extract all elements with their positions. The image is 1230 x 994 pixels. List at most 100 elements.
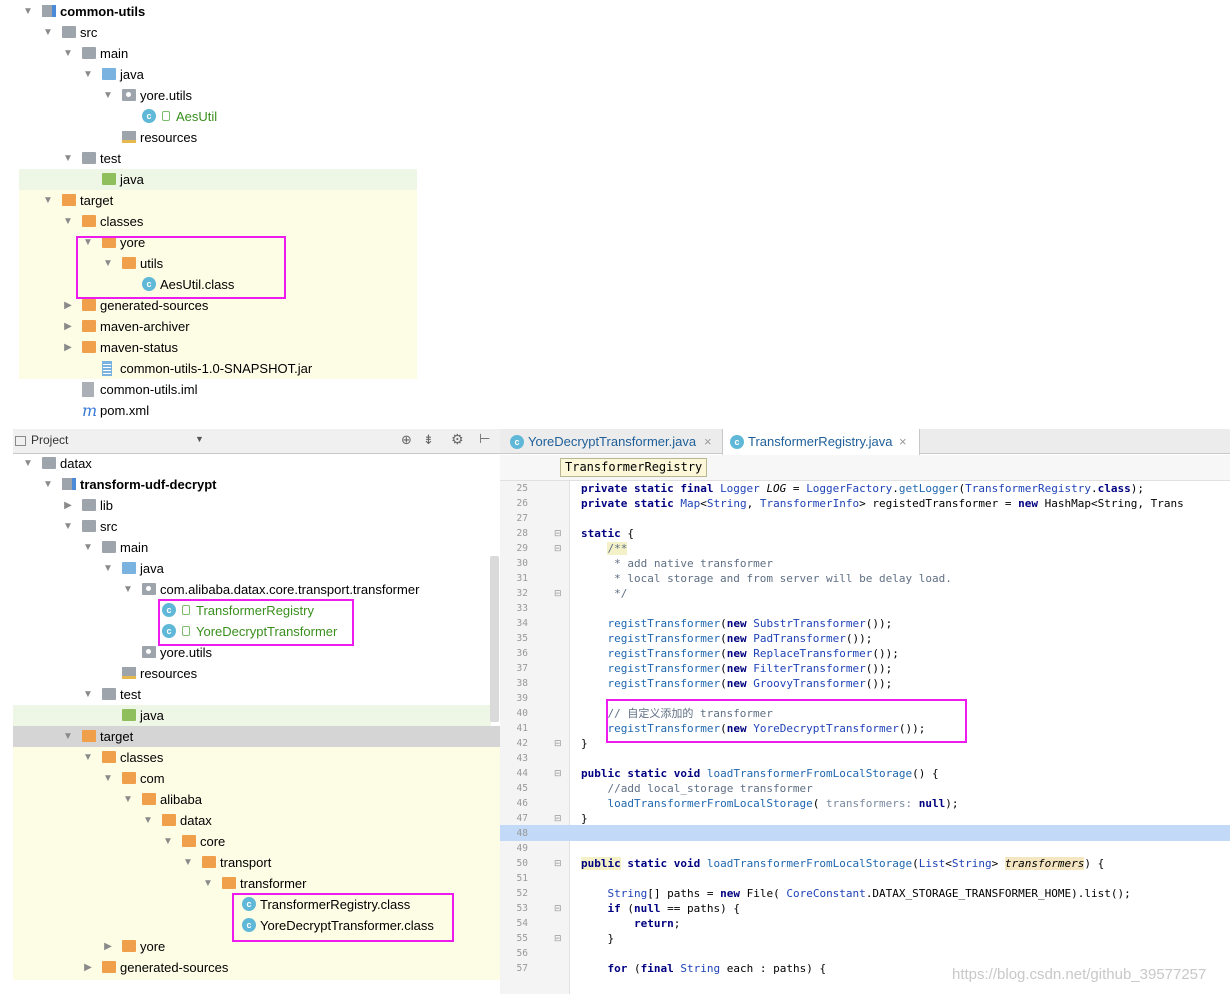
iml-file-icon: [82, 382, 94, 397]
line-number: 29: [516, 543, 528, 554]
folder-icon: [102, 688, 116, 700]
expand-arrow-down-icon[interactable]: ▼: [82, 747, 94, 768]
expand-arrow-right-icon[interactable]: ▶: [102, 936, 114, 957]
expand-arrow-right-icon[interactable]: ▶: [82, 957, 94, 978]
line-number: 52: [516, 888, 528, 899]
tree-item-label: yore: [140, 939, 166, 954]
expand-arrow-down-icon[interactable]: ▼: [202, 873, 214, 894]
excluded-folder-icon: [102, 961, 116, 973]
target-icon[interactable]: ⊕: [401, 432, 412, 448]
expand-arrow-right-icon[interactable]: ▶: [62, 295, 74, 316]
expand-arrow-down-icon[interactable]: ▼: [182, 852, 194, 873]
code-line[interactable]: registTransformer(new FilterTransformer(…: [528, 661, 892, 676]
code-line[interactable]: return;: [528, 916, 680, 931]
line-number: 53: [516, 903, 528, 914]
line-number: 27: [516, 513, 528, 524]
line-number: 32: [516, 588, 528, 599]
code-line[interactable]: registTransformer(new ReplaceTransformer…: [528, 646, 898, 661]
breadcrumb-transformer-registry[interactable]: TransformerRegistry: [560, 458, 708, 477]
code-line[interactable]: String[] paths = new File( CoreConstant.…: [528, 886, 1130, 901]
expand-arrow-down-icon[interactable]: ▼: [162, 831, 174, 852]
pin-icon[interactable]: ⊢: [479, 431, 490, 447]
tree-item-label: generated-sources: [120, 960, 229, 975]
tree-item-label: com.alibaba.datax.core.transport.transfo…: [160, 582, 420, 597]
code-line[interactable]: public static void loadTransformerFromLo…: [528, 766, 939, 781]
expand-arrow-down-icon[interactable]: ▼: [62, 148, 74, 169]
code-line[interactable]: registTransformer(new SubstrTransformer(…: [528, 616, 892, 631]
folder-icon: [82, 499, 96, 511]
tree-item-label: resources: [140, 130, 198, 145]
folder-icon: [42, 457, 56, 469]
code-line[interactable]: private static Map<String, TransformerIn…: [528, 496, 1184, 511]
resources-folder-icon: [122, 667, 136, 679]
expand-arrow-down-icon[interactable]: ▼: [62, 516, 74, 537]
class-icon: c: [142, 109, 156, 123]
lock-icon: [162, 111, 170, 121]
code-line[interactable]: registTransformer(new PadTransformer());: [528, 631, 872, 646]
caret-down-icon[interactable]: ▼: [195, 434, 204, 444]
excluded-folder-icon: [82, 215, 96, 227]
expand-arrow-down-icon[interactable]: ▼: [42, 190, 54, 211]
tab-transformer-registry[interactable]: TransformerRegistry.java: [748, 430, 892, 454]
test-folder-icon: [102, 173, 116, 185]
project-panel-header: Project ▼ ⊕ ⇟ ⚙ ⊢: [13, 429, 500, 454]
fold-icon[interactable]: ⊟: [554, 543, 562, 554]
current-line-highlight: [500, 825, 1230, 841]
fold-icon[interactable]: ⊟: [554, 528, 562, 539]
watermark: https://blog.csdn.net/github_39577257: [952, 966, 1207, 983]
highlight-box-custom-transformer: [606, 699, 967, 743]
expand-arrow-down-icon[interactable]: ▼: [42, 22, 54, 43]
collapse-icon[interactable]: ⇟: [423, 432, 434, 448]
resources-folder-icon: [122, 131, 136, 143]
fold-icon[interactable]: ⊟: [554, 768, 562, 779]
fold-icon[interactable]: ⊟: [554, 738, 562, 749]
package-icon: [142, 583, 156, 595]
close-icon[interactable]: ×: [704, 430, 712, 454]
fold-icon[interactable]: ⊟: [554, 933, 562, 944]
expand-arrow-down-icon[interactable]: ▼: [82, 684, 94, 705]
expand-arrow-down-icon[interactable]: ▼: [142, 810, 154, 831]
code-line[interactable]: static {: [528, 526, 634, 541]
code-line[interactable]: /**: [528, 541, 628, 556]
expand-arrow-down-icon[interactable]: ▼: [42, 474, 54, 495]
expand-arrow-down-icon[interactable]: ▼: [62, 726, 74, 747]
project-panel-title[interactable]: Project: [31, 433, 68, 447]
tree-item-label: classes: [100, 214, 144, 229]
fold-icon[interactable]: ⊟: [554, 858, 562, 869]
expand-arrow-right-icon[interactable]: ▶: [62, 316, 74, 337]
code-line[interactable]: loadTransformerFromLocalStorage( transfo…: [528, 796, 958, 811]
expand-arrow-down-icon[interactable]: ▼: [82, 537, 94, 558]
fold-icon[interactable]: ⊟: [554, 903, 562, 914]
tab-yore-decrypt-transformer[interactable]: YoreDecryptTransformer.java: [528, 430, 696, 454]
code-line[interactable]: public static void loadTransformerFromLo…: [528, 856, 1104, 871]
expand-arrow-down-icon[interactable]: ▼: [102, 768, 114, 789]
line-number: 46: [516, 798, 528, 809]
expand-arrow-down-icon[interactable]: ▼: [102, 558, 114, 579]
close-icon[interactable]: ×: [899, 430, 907, 454]
line-number: 43: [516, 753, 528, 764]
expand-arrow-down-icon[interactable]: ▼: [62, 211, 74, 232]
code-line[interactable]: //add local_storage transformer: [528, 781, 812, 796]
gear-icon[interactable]: ⚙: [451, 431, 464, 448]
code-line[interactable]: }: [528, 931, 614, 946]
expand-arrow-right-icon[interactable]: ▶: [62, 495, 74, 516]
tree-item-label: java: [140, 708, 164, 723]
code-line[interactable]: private static final Logger LOG = Logger…: [528, 481, 1144, 496]
tree-item-label: main: [120, 540, 149, 555]
expand-arrow-down-icon[interactable]: ▼: [122, 579, 134, 600]
code-line[interactable]: for (final String each : paths) {: [528, 961, 826, 976]
expand-arrow-down-icon[interactable]: ▼: [102, 85, 114, 106]
expand-arrow-down-icon[interactable]: ▼: [122, 789, 134, 810]
fold-icon[interactable]: ⊟: [554, 813, 562, 824]
code-line[interactable]: * add native transformer: [528, 556, 773, 571]
code-line[interactable]: registTransformer(new GroovyTransformer(…: [528, 676, 892, 691]
expand-arrow-down-icon[interactable]: ▼: [82, 64, 94, 85]
fold-icon[interactable]: ⊟: [554, 588, 562, 599]
expand-arrow-right-icon[interactable]: ▶: [62, 337, 74, 358]
code-line[interactable]: * local storage and from server will be …: [528, 571, 952, 586]
code-line[interactable]: */: [528, 586, 627, 601]
expand-arrow-down-icon[interactable]: ▼: [22, 453, 34, 474]
expand-arrow-down-icon[interactable]: ▼: [62, 43, 74, 64]
project-scrollbar[interactable]: [490, 556, 499, 722]
expand-arrow-down-icon[interactable]: ▼: [22, 1, 34, 22]
